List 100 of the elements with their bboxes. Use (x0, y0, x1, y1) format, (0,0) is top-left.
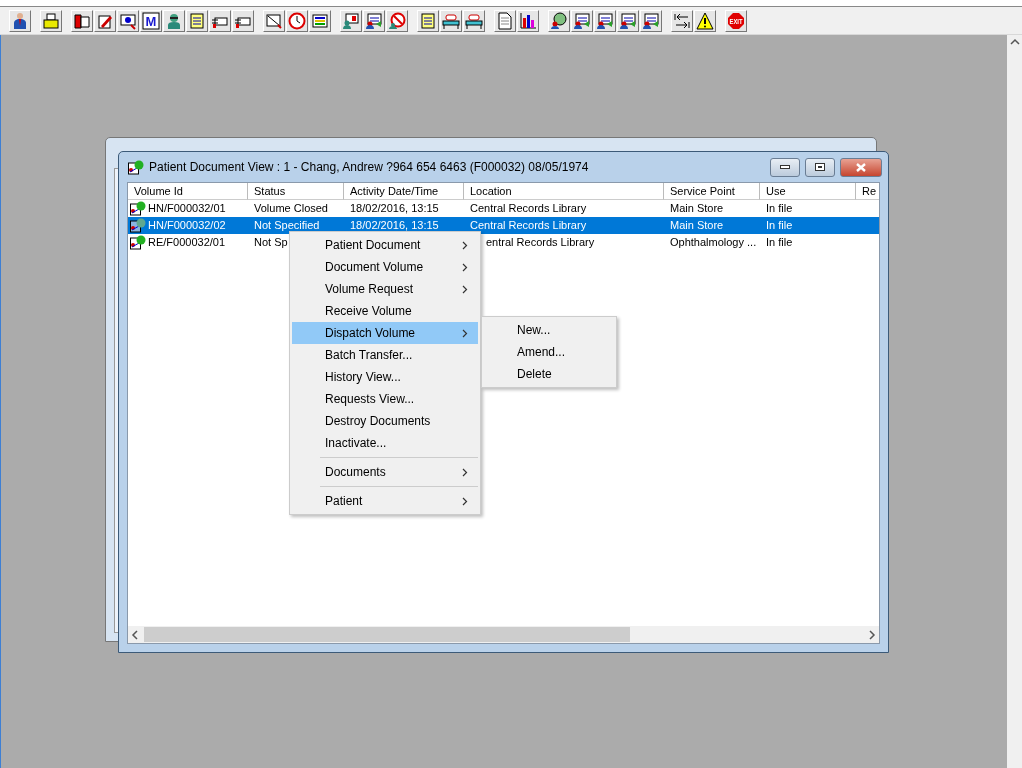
toolbar-button[interactable] (163, 9, 185, 32)
menu-label: Requests View... (325, 392, 416, 406)
table-cell-text: Main Store (670, 201, 724, 216)
toolbar-button[interactable] (40, 9, 62, 32)
toolbar-button[interactable] (9, 9, 31, 32)
toolbar-button[interactable] (232, 9, 254, 32)
menu-item[interactable]: Amend... (484, 341, 614, 363)
form-icon (573, 11, 591, 30)
toolbar-button[interactable] (694, 9, 716, 32)
menu-item[interactable]: Receive Volume (292, 300, 478, 322)
menu-item[interactable]: Documents (292, 461, 478, 483)
table-cell-text: 18/02/2016, 13:15 (350, 201, 439, 216)
scrollbar-thumb[interactable] (144, 627, 630, 642)
toolbar-button[interactable] (617, 9, 639, 32)
book-icon (73, 11, 91, 30)
table-cell-text: HN/F000032/02 (148, 218, 226, 233)
menu-label: Batch Transfer... (325, 348, 414, 362)
menu-item[interactable]: Document Volume (292, 256, 478, 278)
printer-icon (42, 11, 60, 30)
bar-chart-icon (519, 11, 537, 30)
menu-item[interactable]: Volume Request (292, 278, 478, 300)
toolbar-button[interactable] (463, 9, 485, 32)
table-row[interactable]: HN/F000032/02 Not Specified 18/02/2016, 13:15 Central Records Library Main Store In file (128, 217, 879, 234)
menu-label: History View... (325, 370, 402, 384)
menu-label: Patient (325, 494, 364, 508)
menu-item[interactable]: Destroy Documents (292, 410, 478, 432)
form-icon (365, 11, 383, 30)
toolbar-button[interactable] (209, 9, 231, 32)
close-icon (856, 162, 866, 172)
menu-label: Patient Document (325, 238, 422, 252)
table-cell-text: In file (766, 235, 793, 250)
person-icon (11, 11, 29, 30)
table-cell-text: RE/F000032/01 (148, 235, 226, 250)
menu-item[interactable]: New... (484, 319, 614, 341)
toolbar-button[interactable] (571, 9, 593, 32)
menu-label: Document Volume (325, 260, 425, 274)
bed-icon (442, 11, 460, 30)
toolbar-button[interactable] (117, 9, 139, 32)
menu-label: Inactivate... (325, 436, 388, 450)
toolbar-button[interactable] (263, 9, 285, 32)
table-cell-text: In file (766, 201, 793, 216)
clock-icon (288, 11, 306, 30)
monitor-icon (342, 11, 360, 30)
doctor-icon (165, 11, 183, 30)
menu-item[interactable]: Dispatch Volume (292, 322, 478, 344)
menu-item[interactable]: Requests View... (292, 388, 478, 410)
list-icon (311, 11, 329, 30)
arrows-icon (673, 11, 691, 30)
toolbar-button[interactable] (440, 9, 462, 32)
menu-item[interactable]: Delete (484, 363, 614, 385)
warning-icon (696, 11, 714, 30)
menu-item[interactable]: History View... (292, 366, 478, 388)
menu-item[interactable]: Patient (292, 490, 478, 512)
no-entry-icon (388, 11, 406, 30)
document-icon (130, 218, 146, 233)
maximize-icon (815, 163, 825, 171)
bed-icon (465, 11, 483, 30)
toolbar-button[interactable] (548, 9, 570, 32)
document-icon (130, 235, 146, 250)
page-icon (496, 11, 514, 30)
window-title: Patient Document View : 1 - Chang, Andrew ?964 654 6463 (F000032) 08/05/1974 (149, 160, 590, 174)
toolbar-button[interactable] (517, 9, 539, 32)
toolbar-button[interactable] (363, 9, 385, 32)
table-cell-text: entral Records Library (486, 235, 595, 250)
menu-label: Documents (325, 465, 387, 479)
note-icon (419, 11, 437, 30)
document-icon (130, 201, 146, 216)
close-button[interactable] (840, 157, 882, 177)
toolbar-button[interactable] (640, 9, 662, 32)
table-cell-text: Central Records Library (470, 201, 587, 216)
table-cell-text: Central Records Library (470, 218, 587, 233)
screen-icon (119, 11, 137, 30)
vertical-scrollbar[interactable] (1007, 35, 1022, 768)
horizontal-scrollbar[interactable] (128, 626, 879, 643)
toolbar-button[interactable] (594, 9, 616, 32)
table-cell-text: Volume Closed (254, 201, 328, 216)
maximize-button[interactable] (805, 157, 835, 177)
form-icon (596, 11, 614, 30)
form-icon (642, 11, 660, 30)
ruler-icon (265, 11, 283, 30)
toolbar-button[interactable]: M (140, 9, 162, 32)
minimize-icon (780, 165, 790, 169)
menu-item[interactable]: Batch Transfer... (292, 344, 478, 366)
form-icon (619, 11, 637, 30)
table-cell-text: 18/02/2016, 13:15 (350, 218, 439, 233)
toolbar-button[interactable] (71, 9, 93, 32)
document-icon (128, 159, 144, 175)
toolbar-button[interactable] (671, 9, 693, 32)
menu-label: Volume Request (325, 282, 415, 296)
minimize-button[interactable] (770, 157, 800, 177)
globe-icon (550, 11, 568, 30)
table-cell-text: Not Sp (254, 235, 288, 250)
table-cell-text: Ophthalmology ... (670, 235, 757, 250)
menu-label: Dispatch Volume (325, 326, 417, 340)
toolbar-button[interactable] (309, 9, 331, 32)
table-cell-text: Main Store (670, 218, 724, 233)
note-icon (188, 11, 206, 30)
table-cell-text: Not Specified (254, 218, 320, 233)
menu-item[interactable]: Inactivate... (292, 432, 478, 454)
table-cell-text: In file (766, 218, 793, 233)
